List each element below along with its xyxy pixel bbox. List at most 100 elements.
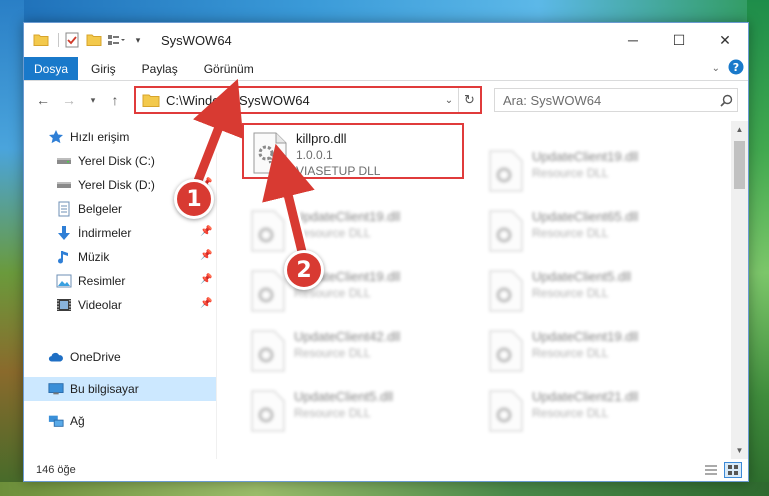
pane-divider[interactable]	[216, 121, 217, 459]
address-path[interactable]: C:\Windows\SysWOW64	[166, 93, 440, 108]
file-item[interactable]: UpdateClient21.dll Resource DLL	[480, 383, 702, 439]
sidebar-item-this-pc[interactable]: Bu bilgisayar	[24, 377, 216, 401]
view-switcher	[698, 462, 742, 478]
search-input[interactable]: Ara: SysWOW64	[503, 93, 715, 108]
details-view-icon[interactable]	[702, 462, 720, 478]
chevron-down-icon[interactable]: ▾	[129, 31, 147, 49]
dll-file-icon	[486, 209, 526, 253]
drive-icon	[56, 177, 72, 193]
file-name: UpdateClient19.dll	[294, 209, 401, 224]
scroll-thumb[interactable]	[734, 141, 745, 189]
dll-file-icon	[248, 329, 288, 373]
scroll-down-button[interactable]: ▼	[731, 442, 748, 459]
maximize-button[interactable]: ☐	[656, 23, 702, 57]
separator	[58, 33, 59, 47]
tab-file[interactable]: Dosya	[24, 57, 78, 80]
new-folder-icon[interactable]	[85, 31, 103, 49]
pin-icon[interactable]: 📌	[200, 274, 212, 286]
sidebar-item-label: Videolar	[78, 298, 122, 312]
ribbon-controls: ⌄ ?	[704, 59, 744, 78]
file-description: Resource DLL	[532, 346, 609, 360]
document-icon	[56, 201, 72, 217]
desktop-background-top	[0, 0, 769, 22]
drive-icon	[56, 153, 72, 169]
sidebar-item-label: Resimler	[78, 274, 126, 288]
expand-ribbon-icon[interactable]: ⌄	[712, 63, 720, 74]
tab-view[interactable]: Görünüm	[191, 57, 267, 80]
properties-icon[interactable]	[63, 31, 81, 49]
refresh-button[interactable]: ↻	[458, 88, 480, 112]
sidebar-item-videos[interactable]: Videolar 📌	[24, 293, 216, 317]
file-description: Resource DLL	[294, 406, 371, 420]
computer-icon	[48, 381, 64, 397]
back-button[interactable]: ←	[32, 89, 54, 111]
address-dropdown-button[interactable]: ⌄	[440, 95, 458, 106]
sidebar-item-quick-access[interactable]: Hızlı erişim	[24, 125, 216, 149]
file-list: killpro.dll 1.0.0.1 VIASETUP DLL UpdateC…	[224, 121, 734, 459]
caption-buttons: ─ ☐ ✕	[610, 23, 748, 57]
file-item[interactable]: UpdateClient5.dll Resource DLL	[480, 263, 702, 319]
file-item[interactable]: UpdateClient19.dll Resource DLL	[480, 143, 702, 199]
file-name: UpdateClient5.dll	[294, 389, 394, 404]
file-item[interactable]: UpdateClient19.dll Resource DLL	[242, 263, 464, 319]
sidebar-item-network[interactable]: Ağ	[24, 409, 216, 433]
file-description: Resource DLL	[294, 226, 371, 240]
file-version: 1.0.0.1	[296, 148, 333, 162]
search-icon[interactable]	[715, 94, 737, 107]
svg-text:?: ?	[733, 61, 739, 74]
explorer-window: ▾ SysWOW64 ─ ☐ ✕ Dosya Giriş Paylaş Görü…	[23, 22, 749, 482]
file-description: VIASETUP DLL	[296, 164, 381, 178]
network-icon	[48, 413, 64, 429]
file-name: UpdateClient21.dll	[532, 389, 639, 404]
pin-icon[interactable]: 📌	[200, 154, 212, 166]
sidebar-item-music[interactable]: Müzik 📌	[24, 245, 216, 269]
desktop-background-right	[747, 0, 769, 496]
sidebar-item-label: Bu bilgisayar	[70, 382, 139, 396]
file-name: UpdateClient19.dll	[532, 329, 639, 344]
file-item[interactable]: UpdateClient65.dll Resource DLL	[480, 203, 702, 259]
close-button[interactable]: ✕	[702, 23, 748, 57]
file-item[interactable]: UpdateClient42.dll Resource DLL	[242, 323, 464, 379]
sidebar-item-onedrive[interactable]: OneDrive	[24, 345, 216, 369]
music-icon	[56, 249, 72, 265]
minimize-button[interactable]: ─	[610, 23, 656, 57]
file-name: killpro.dll	[296, 131, 347, 146]
sidebar-item-downloads[interactable]: İndirmeler 📌	[24, 221, 216, 245]
search-box[interactable]: Ara: SysWOW64	[494, 88, 738, 112]
dll-file-icon	[486, 269, 526, 313]
file-description: Resource DLL	[532, 406, 609, 420]
pin-icon[interactable]: 📌	[200, 298, 212, 310]
scroll-up-button[interactable]: ▲	[731, 121, 748, 138]
tab-home[interactable]: Giriş	[78, 57, 129, 80]
forward-button[interactable]: →	[58, 89, 80, 111]
recent-locations-button[interactable]: ▾	[82, 89, 104, 111]
dll-file-icon	[248, 269, 288, 313]
sidebar-item-label: Belgeler	[78, 202, 123, 216]
pin-icon[interactable]: 📌	[200, 226, 212, 238]
file-item[interactable]: UpdateClient19.dll Resource DLL	[480, 323, 702, 379]
up-button[interactable]: ↑	[104, 89, 126, 111]
annotation-badge-2: 2	[284, 250, 324, 290]
pin-icon[interactable]: 📌	[200, 250, 212, 262]
file-item[interactable]: UpdateClient5.dll Resource DLL	[242, 383, 464, 439]
large-icons-view-icon[interactable]	[724, 462, 742, 478]
customize-toolbar-icon[interactable]	[107, 31, 125, 49]
dll-file-icon	[486, 329, 526, 373]
sidebar-item-local-disk-c[interactable]: Yerel Disk (C:) 📌	[24, 149, 216, 173]
sidebar-item-pictures[interactable]: Resimler 📌	[24, 269, 216, 293]
navigation-bar: ← → ▾ ↑ C:\Windows\SysWOW64 ⌄ ↻ Ara: Sys…	[24, 81, 748, 119]
sidebar-item-label: Yerel Disk (C:)	[78, 154, 155, 168]
address-bar[interactable]: C:\Windows\SysWOW64 ⌄ ↻	[134, 86, 482, 114]
sidebar-item-label: OneDrive	[70, 350, 121, 364]
cloud-icon	[48, 349, 64, 365]
file-name: UpdateClient65.dll	[532, 209, 639, 224]
desktop-background-left	[0, 0, 24, 496]
sidebar-item-label: Müzik	[78, 250, 110, 264]
help-icon[interactable]: ?	[728, 59, 744, 78]
sidebar-item-label: Ağ	[70, 414, 85, 428]
file-item[interactable]: UpdateClient19.dll Resource DLL	[242, 203, 464, 259]
tab-share[interactable]: Paylaş	[129, 57, 191, 80]
file-item-killpro[interactable]: killpro.dll 1.0.0.1 VIASETUP DLL	[242, 123, 464, 179]
file-name: UpdateClient19.dll	[532, 149, 639, 164]
vertical-scrollbar[interactable]: ▲ ▼	[731, 121, 748, 459]
